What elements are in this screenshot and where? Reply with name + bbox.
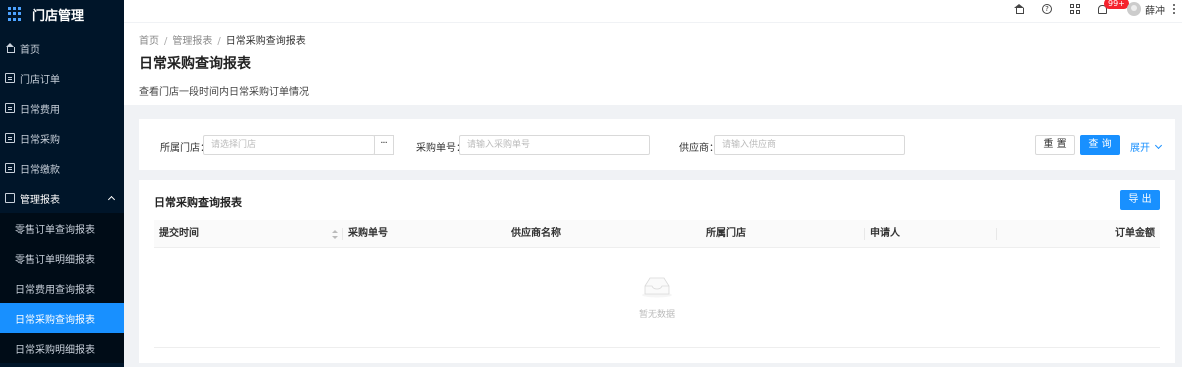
- username[interactable]: 薛冲: [1145, 2, 1165, 17]
- document-icon: [5, 103, 15, 113]
- document-icon: [5, 73, 15, 83]
- sidebar-item-purchase-detail[interactable]: 日常采购明细报表: [0, 333, 124, 363]
- document-icon: [5, 133, 15, 143]
- sidebar: 门店管理 首页 门店订单 日常费用 日常采购 日常缴款 管理报表 零售订单查询报…: [0, 0, 124, 367]
- page-header: 首页 / 管理报表 / 日常采购查询报表 日常采购查询报表 查看门店一段时间内日常采购订…: [124, 23, 1182, 105]
- page-description: 查看门店一段时间内日常采购订单情况: [139, 87, 309, 98]
- store-select-input[interactable]: [203, 135, 375, 155]
- column-header-store: 所属门店: [706, 228, 746, 239]
- more-vertical-icon[interactable]: [1173, 4, 1176, 14]
- header-actions: ? 99+ 薛冲: [1014, 0, 1182, 18]
- sort-icon[interactable]: [332, 230, 338, 239]
- sidebar-item-purchase-query[interactable]: 日常采购查询报表: [0, 303, 124, 333]
- breadcrumb-separator: /: [217, 36, 221, 47]
- sidebar-item-label: 日常采购: [20, 134, 60, 146]
- supplier-input[interactable]: [714, 135, 905, 155]
- empty-state: 暂无数据: [154, 248, 1160, 348]
- sidebar-item-expense-query[interactable]: 日常费用查询报表: [0, 273, 124, 303]
- sidebar-item-store-orders[interactable]: 门店订单: [0, 63, 124, 93]
- sidebar-item-daily-purchase[interactable]: 日常采购: [0, 123, 124, 153]
- po-number-input[interactable]: [459, 135, 650, 155]
- sidebar-submenu-reports: 零售订单查询报表 零售订单明细报表 日常费用查询报表 日常采购查询报表 日常采购…: [0, 213, 124, 363]
- bell-icon[interactable]: 99+: [1098, 0, 1129, 14]
- table-header: 提交时间 采购单号 供应商名称 所属门店 申请人 订单金额: [154, 220, 1160, 248]
- export-button[interactable]: 导 出: [1120, 190, 1160, 210]
- breadcrumb-home[interactable]: 首页: [139, 36, 159, 47]
- page-title: 日常采购查询报表: [139, 56, 251, 72]
- breadcrumb-reports[interactable]: 管理报表: [172, 36, 212, 47]
- sidebar-item-label: 日常费用查询报表: [15, 284, 95, 296]
- sidebar-item-retail-order-query[interactable]: 零售订单查询报表: [0, 213, 124, 243]
- expand-toggle[interactable]: 展开: [1130, 139, 1163, 154]
- expand-label: 展开: [1130, 143, 1150, 154]
- report-table-card: 日常采购查询报表 导 出 提交时间 采购单号 供应商名称 所属门店 申请人 订单…: [139, 180, 1175, 363]
- column-divider: [996, 228, 997, 240]
- help-icon[interactable]: ?: [1042, 4, 1052, 14]
- column-divider: [342, 228, 343, 240]
- column-header-submit-time[interactable]: 提交时间: [159, 220, 199, 248]
- home-icon: [5, 43, 15, 53]
- avatar[interactable]: [1127, 2, 1141, 16]
- top-header: ? 99+ 薛冲: [124, 0, 1182, 22]
- apps-icon[interactable]: [1070, 4, 1080, 14]
- sidebar-group-label: 管理报表: [20, 194, 60, 206]
- query-button[interactable]: 查 询: [1080, 135, 1120, 155]
- supplier-label: 供应商：: [679, 143, 719, 154]
- sidebar-item-label: 零售订单明细报表: [15, 254, 95, 266]
- sidebar-item-label: 日常费用: [20, 104, 60, 116]
- empty-text: 暂无数据: [638, 310, 675, 320]
- column-header-po-number: 采购单号: [348, 228, 388, 239]
- sidebar-item-label: 日常采购明细报表: [15, 344, 95, 356]
- column-header-supplier-name: 供应商名称: [511, 228, 561, 239]
- apps-grid-icon: [8, 7, 22, 21]
- sidebar-item-daily-expenses[interactable]: 日常费用: [0, 93, 124, 123]
- sidebar-item-home[interactable]: 首页: [0, 33, 124, 63]
- reset-button[interactable]: 重 置: [1035, 135, 1075, 155]
- app-title: 门店管理: [32, 8, 85, 24]
- chevron-down-icon: [1154, 141, 1163, 149]
- app-logo[interactable]: 门店管理: [0, 0, 124, 28]
- sidebar-item-label: 零售订单查询报表: [15, 224, 95, 236]
- column-divider: [864, 228, 865, 240]
- sidebar-item-label: 首页: [20, 44, 40, 56]
- sidebar-group-reports[interactable]: 管理报表: [0, 183, 124, 213]
- table-title: 日常采购查询报表: [154, 196, 242, 209]
- sidebar-item-label: 日常缴款: [20, 164, 60, 176]
- calendar-icon: [5, 193, 15, 203]
- filter-panel: 所属门店： ··· 采购单号： 供应商： 重 置 查 询 展开: [139, 119, 1175, 170]
- store-picker-button[interactable]: ···: [374, 135, 394, 155]
- notification-badge: 99+: [1104, 0, 1129, 9]
- sidebar-item-daily-payment[interactable]: 日常缴款: [0, 153, 124, 183]
- document-icon: [5, 163, 15, 173]
- column-header-applicant: 申请人: [870, 228, 900, 239]
- sidebar-item-label: 门店订单: [20, 74, 60, 86]
- column-header-amount: 订单金额: [1115, 228, 1155, 239]
- breadcrumb: 首页 / 管理报表 / 日常采购查询报表: [139, 32, 306, 47]
- home-icon[interactable]: [1014, 4, 1024, 14]
- sidebar-item-label: 日常采购查询报表: [15, 314, 95, 326]
- sidebar-item-retail-order-detail[interactable]: 零售订单明细报表: [0, 243, 124, 273]
- empty-inbox-icon: [642, 277, 672, 298]
- sidebar-menu: 首页 门店订单 日常费用 日常采购 日常缴款 管理报表 零售订单查询报表 零售订…: [0, 33, 124, 363]
- chevron-up-icon: [107, 195, 116, 204]
- breadcrumb-current: 日常采购查询报表: [225, 36, 306, 47]
- breadcrumb-separator: /: [164, 36, 168, 47]
